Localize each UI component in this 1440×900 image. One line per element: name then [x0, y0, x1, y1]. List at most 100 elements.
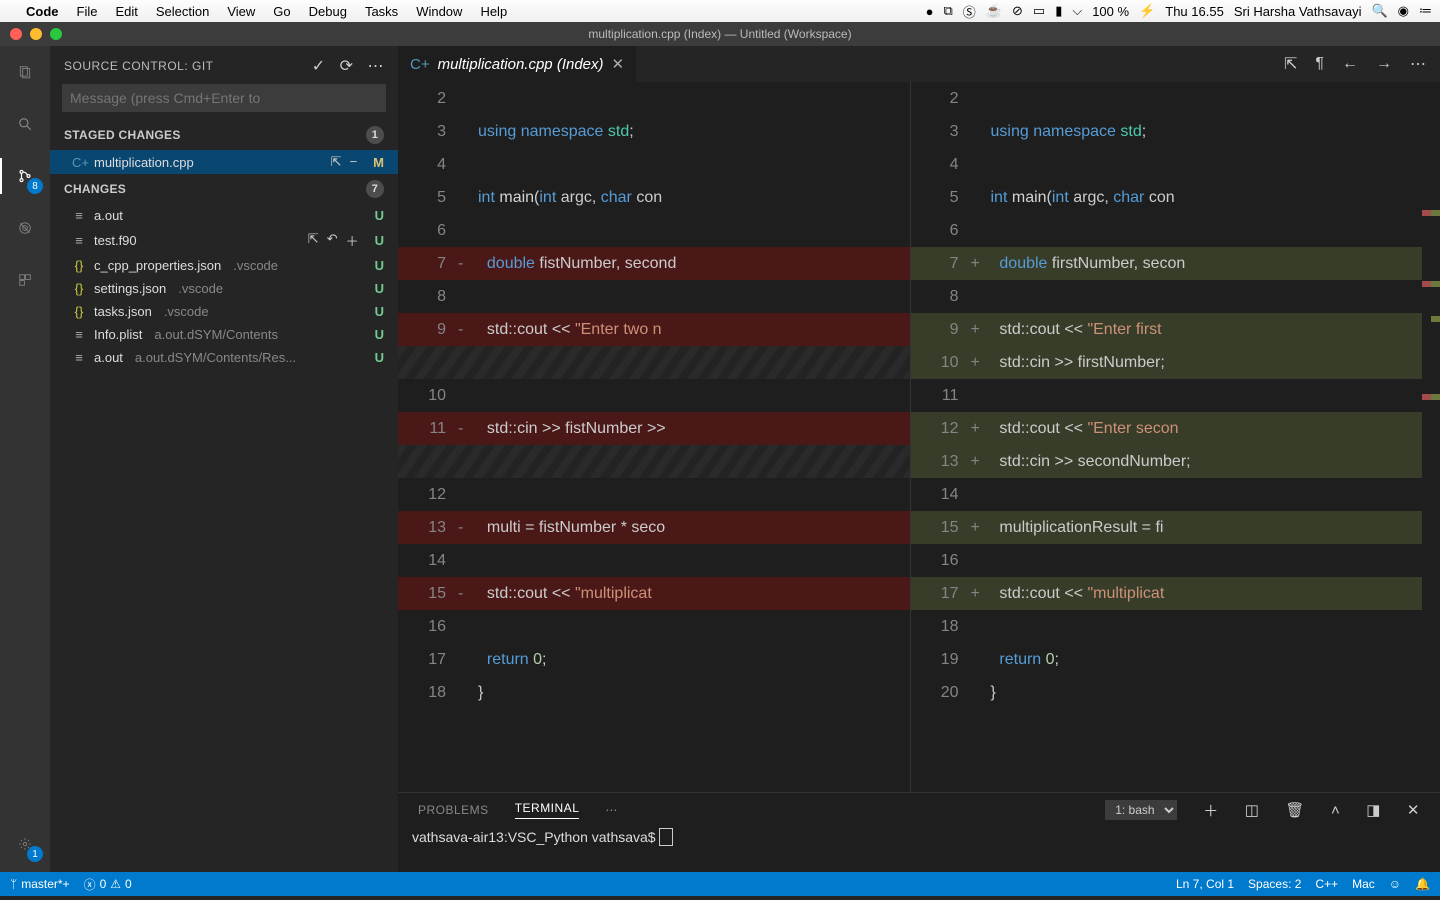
- code-line[interactable]: 19 return 0;: [911, 643, 1423, 676]
- debug-icon[interactable]: [11, 214, 39, 242]
- battery-icon[interactable]: ▮: [1055, 3, 1062, 19]
- dropbox-icon[interactable]: ⧉: [943, 3, 952, 19]
- code-line[interactable]: [398, 445, 910, 478]
- status-icon[interactable]: ⊘: [1012, 3, 1023, 19]
- prev-change-icon[interactable]: ←: [1342, 55, 1358, 73]
- changes-section[interactable]: CHANGES 7: [50, 174, 398, 204]
- siri-icon[interactable]: ◉: [1398, 3, 1409, 19]
- commit-icon[interactable]: ✓: [312, 56, 326, 76]
- explorer-icon[interactable]: [11, 58, 39, 86]
- minimize-window-button[interactable]: [30, 28, 42, 40]
- open-changes-icon[interactable]: ⇱: [1284, 54, 1297, 74]
- code-line[interactable]: 6: [398, 214, 910, 247]
- git-branch[interactable]: ᛘ master*+: [10, 877, 70, 891]
- change-file[interactable]: {} tasks.json .vscode U: [50, 300, 398, 323]
- indent[interactable]: Spaces: 2: [1248, 877, 1301, 891]
- menu-view[interactable]: View: [227, 4, 255, 19]
- kill-terminal-icon[interactable]: 🗑: [1285, 801, 1305, 819]
- code-line[interactable]: 5int main(int argc, char con: [398, 181, 910, 214]
- menu-window[interactable]: Window: [416, 4, 462, 19]
- menu-debug[interactable]: Debug: [309, 4, 347, 19]
- menu-selection[interactable]: Selection: [156, 4, 209, 19]
- code-line[interactable]: 8: [398, 280, 910, 313]
- menu-list-icon[interactable]: ≔: [1419, 3, 1432, 19]
- change-file[interactable]: ≡ Info.plist a.out.dSYM/Contents U: [50, 323, 398, 346]
- next-change-icon[interactable]: →: [1376, 55, 1392, 73]
- code-line[interactable]: 18: [911, 610, 1423, 643]
- extensions-icon[interactable]: [11, 266, 39, 294]
- app-name[interactable]: Code: [26, 4, 59, 19]
- staged-section[interactable]: STAGED CHANGES 1: [50, 120, 398, 150]
- code-line[interactable]: 10+ std::cin >> firstNumber;: [911, 346, 1423, 379]
- spotlight-icon[interactable]: 🔍: [1371, 3, 1387, 19]
- discard-icon[interactable]: ↶: [327, 231, 338, 250]
- code-line[interactable]: 16: [398, 610, 910, 643]
- cursor-pos[interactable]: Ln 7, Col 1: [1176, 877, 1234, 891]
- new-terminal-icon[interactable]: ＋: [1203, 800, 1219, 821]
- code-line[interactable]: 3using namespace std;: [398, 115, 910, 148]
- code-line[interactable]: 13+ std::cin >> secondNumber;: [911, 445, 1423, 478]
- code-line[interactable]: 17+ std::cout << "multiplicat: [911, 577, 1423, 610]
- change-file[interactable]: ≡ test.f90 ⇱↶＋ U: [50, 227, 398, 254]
- change-file[interactable]: ≡ a.out a.out.dSYM/Contents/Res... U: [50, 346, 398, 369]
- commit-message-input[interactable]: [62, 84, 386, 112]
- code-line[interactable]: 13- multi = fistNumber * seco: [398, 511, 910, 544]
- tab-multiplication[interactable]: C+ multiplication.cpp (Index) ✕: [398, 46, 637, 82]
- code-line[interactable]: 4: [398, 148, 910, 181]
- change-file[interactable]: {} c_cpp_properties.json .vscode U: [50, 254, 398, 277]
- panel-tab-problems[interactable]: PROBLEMS: [418, 803, 489, 817]
- diff-left-pane[interactable]: 23using namespace std;45int main(int arg…: [398, 82, 910, 792]
- menu-file[interactable]: File: [77, 4, 98, 19]
- feedback-icon[interactable]: ☺: [1389, 877, 1401, 891]
- skype-icon[interactable]: Ⓢ: [963, 2, 976, 21]
- code-line[interactable]: 4: [911, 148, 1423, 181]
- settings-gear-icon[interactable]: 1: [11, 830, 39, 858]
- code-line[interactable]: 7+ double firstNumber, secon: [911, 247, 1423, 280]
- open-file-icon[interactable]: ⇱: [331, 154, 342, 170]
- overview-ruler[interactable]: [1422, 82, 1440, 792]
- wifi-icon[interactable]: ⌵: [1072, 3, 1082, 19]
- panel-up-icon[interactable]: ˄: [1331, 802, 1340, 819]
- problems-status[interactable]: ⓧ 0 ⚠ 0: [84, 876, 132, 893]
- panel-max-icon[interactable]: ◨: [1366, 801, 1381, 819]
- java-icon[interactable]: ☕: [986, 3, 1002, 19]
- panel-more-icon[interactable]: ⋯: [605, 803, 618, 817]
- change-file[interactable]: {} settings.json .vscode U: [50, 277, 398, 300]
- stage-icon[interactable]: ＋: [346, 231, 359, 250]
- panel-close-icon[interactable]: ✕: [1407, 801, 1420, 819]
- code-line[interactable]: 12+ std::cout << "Enter secon: [911, 412, 1423, 445]
- code-line[interactable]: 6: [911, 214, 1423, 247]
- code-line[interactable]: 14: [911, 478, 1423, 511]
- code-line[interactable]: 16: [911, 544, 1423, 577]
- menu-edit[interactable]: Edit: [115, 4, 137, 19]
- code-line[interactable]: 3using namespace std;: [911, 115, 1423, 148]
- code-line[interactable]: 17 return 0;: [398, 643, 910, 676]
- panel-tab-terminal[interactable]: TERMINAL: [515, 801, 580, 819]
- diff-editor[interactable]: 23using namespace std;45int main(int arg…: [398, 82, 1440, 792]
- close-window-button[interactable]: [10, 28, 22, 40]
- code-line[interactable]: 18}: [398, 676, 910, 709]
- staged-file[interactable]: C+ multiplication.cpp ⇱− M: [50, 150, 398, 174]
- code-line[interactable]: 9+ std::cout << "Enter first: [911, 313, 1423, 346]
- code-line[interactable]: 20}: [911, 676, 1423, 709]
- unstage-icon[interactable]: −: [350, 154, 358, 170]
- bell-icon[interactable]: 🔔: [1415, 877, 1430, 891]
- code-line[interactable]: [398, 346, 910, 379]
- menu-tasks[interactable]: Tasks: [365, 4, 398, 19]
- code-line[interactable]: 10: [398, 379, 910, 412]
- username[interactable]: Sri Harsha Vathsavayi: [1234, 4, 1362, 19]
- search-icon[interactable]: [11, 110, 39, 138]
- editor-more-icon[interactable]: ⋯: [1410, 54, 1426, 74]
- code-line[interactable]: 15+ multiplicationResult = fi: [911, 511, 1423, 544]
- change-file[interactable]: ≡ a.out U: [50, 204, 398, 227]
- code-line[interactable]: 9- std::cout << "Enter two n: [398, 313, 910, 346]
- eol[interactable]: Mac: [1352, 877, 1375, 891]
- tray-icon[interactable]: ●: [926, 4, 934, 19]
- code-line[interactable]: 11- std::cin >> fistNumber >>: [398, 412, 910, 445]
- code-line[interactable]: 2: [911, 82, 1423, 115]
- split-terminal-icon[interactable]: ◫: [1245, 801, 1260, 819]
- code-line[interactable]: 8: [911, 280, 1423, 313]
- code-line[interactable]: 15- std::cout << "multiplicat: [398, 577, 910, 610]
- display-icon[interactable]: ▭: [1033, 3, 1045, 19]
- code-line[interactable]: 5int main(int argc, char con: [911, 181, 1423, 214]
